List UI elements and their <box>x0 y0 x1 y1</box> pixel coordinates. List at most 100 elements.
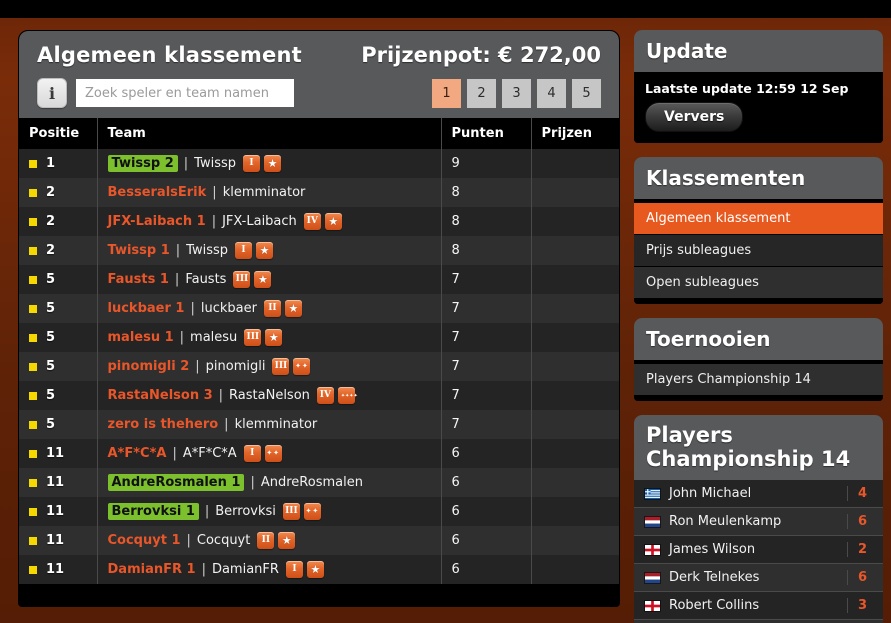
update-panel-body: Laatste update 12:59 12 Sep Ververs <box>634 72 883 143</box>
player-row[interactable]: Derk Telnekes 6 <box>634 564 883 593</box>
team-separator: | <box>174 272 180 287</box>
team-name[interactable]: Fausts 1 <box>108 272 169 287</box>
players-list: John Michael 4 Ron Meulenkamp 6 James Wilson… <box>634 480 883 623</box>
team-name[interactable]: pinomigli 2 <box>108 359 190 374</box>
team-name[interactable]: luckbaer 1 <box>108 301 185 316</box>
position-number: 2 <box>46 214 56 229</box>
table-row[interactable]: 11 Berrovksi 1 | Berrovksi III 6 <box>19 497 619 526</box>
search-input[interactable] <box>76 79 294 107</box>
team-owner[interactable]: RastaNelson <box>229 388 310 403</box>
team-owner[interactable]: AndreRosmalen <box>261 475 363 490</box>
points-value: 9 <box>451 156 460 171</box>
page-title: Algemeen klassement <box>37 43 302 67</box>
klassementen-list: Algemeen klassement Prijs subleagues Open … <box>634 199 883 304</box>
team-name[interactable]: DamianFR 1 <box>108 562 196 577</box>
table-body: 1 Twissp 2 | Twissp I 9 2 BesseralsErik | klemmin… <box>19 149 619 584</box>
klassementen-menu-item[interactable]: Open subleagues <box>634 267 883 299</box>
team-separator: | <box>211 214 217 229</box>
cell-prijzen <box>531 526 619 555</box>
team-separator: | <box>179 330 185 345</box>
flag-england-icon <box>644 599 661 612</box>
player-row[interactable]: Robert Collins 3 <box>634 592 883 621</box>
team-owner[interactable]: Twissp <box>186 243 228 258</box>
standings-panel: Algemeen klassement Prijzenpot: € 272,00… <box>18 30 620 607</box>
player-row[interactable]: John Michael 4 <box>634 480 883 509</box>
standings-controls-row: i 12345 <box>33 78 605 108</box>
table-row[interactable]: 11 AndreRosmalen 1 | AndreRosmalen 6 <box>19 468 619 497</box>
table-row[interactable]: 2 JFX-Laibach 1 | JFX-Laibach IV 8 <box>19 207 619 236</box>
refresh-button[interactable]: Ververs <box>645 102 744 132</box>
table-row[interactable]: 5 zero is thehero | klemminator 7 <box>19 410 619 439</box>
table-row[interactable]: 11 DamianFR 1 | DamianFR I 6 <box>19 555 619 584</box>
team-name[interactable]: AndreRosmalen 1 <box>107 474 245 491</box>
team-separator: | <box>218 388 224 403</box>
page-button-3[interactable]: 3 <box>502 78 531 108</box>
position-number: 1 <box>46 156 56 171</box>
team-owner[interactable]: malesu <box>190 330 237 345</box>
team-badges: I <box>285 561 324 578</box>
page-button-1[interactable]: 1 <box>432 78 461 108</box>
team-name[interactable]: Twissp 1 <box>108 243 170 258</box>
star-badge-icon <box>264 445 282 462</box>
team-name[interactable]: A*F*C*A <box>108 446 167 461</box>
team-separator: | <box>224 417 229 432</box>
table-row[interactable]: 2 Twissp 1 | Twissp I 8 <box>19 236 619 265</box>
team-owner[interactable]: Berrovksi <box>215 504 276 519</box>
table-row[interactable]: 5 Fausts 1 | Fausts III 7 <box>19 265 619 294</box>
position-marker-icon <box>29 188 37 197</box>
team-name[interactable]: zero is thehero <box>108 417 219 432</box>
team-separator: | <box>204 504 210 519</box>
team-name[interactable]: RastaNelson 3 <box>108 388 213 403</box>
position-number: 11 <box>46 504 65 519</box>
team-owner[interactable]: klemminator <box>235 417 318 432</box>
team-owner[interactable]: klemminator <box>223 185 306 200</box>
cell-positie: 11 <box>19 526 98 555</box>
table-row[interactable]: 1 Twissp 2 | Twissp I 9 <box>19 149 619 178</box>
team-owner[interactable]: Twissp <box>194 156 236 171</box>
star-badge-icon <box>284 300 302 317</box>
page-button-2[interactable]: 2 <box>467 78 496 108</box>
info-icon[interactable]: i <box>37 78 67 108</box>
page-button-5[interactable]: 5 <box>572 78 601 108</box>
team-name[interactable]: JFX-Laibach 1 <box>108 214 206 229</box>
table-row[interactable]: 5 luckbaer 1 | luckbaer II 7 <box>19 294 619 323</box>
table-row[interactable]: 5 RastaNelson 3 | RastaNelson IV 7 <box>19 381 619 410</box>
team-owner[interactable]: DamianFR <box>212 562 279 577</box>
player-row[interactable]: Ron Meulenkamp 6 <box>634 508 883 537</box>
player-row[interactable]: James Wilson 2 <box>634 536 883 565</box>
team-name[interactable]: Cocquyt 1 <box>108 533 181 548</box>
points-value: 7 <box>451 301 460 316</box>
team-owner[interactable]: Cocquyt <box>197 533 250 548</box>
toernooien-menu-item[interactable]: Players Championship 14 <box>634 364 883 396</box>
team-owner[interactable]: JFX-Laibach <box>222 214 297 229</box>
rank-badge-icon: III <box>244 329 262 346</box>
star-badge-icon <box>306 561 324 578</box>
table-row[interactable]: 2 BesseralsErik | klemminator 8 <box>19 178 619 207</box>
table-row[interactable]: 5 malesu 1 | malesu III 7 <box>19 323 619 352</box>
position-marker-icon <box>29 391 37 400</box>
team-owner[interactable]: Fausts <box>185 272 226 287</box>
table-row[interactable]: 5 pinomigli 2 | pinomigli III 7 <box>19 352 619 381</box>
cell-prijzen <box>531 381 619 410</box>
cell-positie: 5 <box>19 381 98 410</box>
table-row[interactable]: 11 Cocquyt 1 | Cocquyt II 6 <box>19 526 619 555</box>
team-name[interactable]: Twissp 2 <box>107 155 178 172</box>
page-button-4[interactable]: 4 <box>537 78 566 108</box>
team-owner[interactable]: pinomigli <box>206 359 266 374</box>
team-name[interactable]: malesu 1 <box>108 330 174 345</box>
team-owner[interactable]: A*F*C*A <box>183 446 237 461</box>
klassementen-menu-item[interactable]: Algemeen klassement <box>634 203 883 235</box>
team-separator: | <box>190 301 195 316</box>
team-badges: III <box>233 271 272 288</box>
column-header-positie: Positie <box>19 118 98 149</box>
cell-prijzen <box>531 468 619 497</box>
table-row[interactable]: 11 A*F*C*A | A*F*C*A I 6 <box>19 439 619 468</box>
team-owner[interactable]: luckbaer <box>201 301 257 316</box>
team-name[interactable]: BesseralsErik <box>108 185 207 200</box>
team-name[interactable]: Berrovksi 1 <box>107 503 199 520</box>
cell-prijzen <box>531 294 619 323</box>
cell-team: A*F*C*A | A*F*C*A I <box>97 439 442 468</box>
star-badge-icon <box>293 358 311 375</box>
cell-punten: 7 <box>441 410 532 439</box>
klassementen-menu-item[interactable]: Prijs subleagues <box>634 235 883 267</box>
